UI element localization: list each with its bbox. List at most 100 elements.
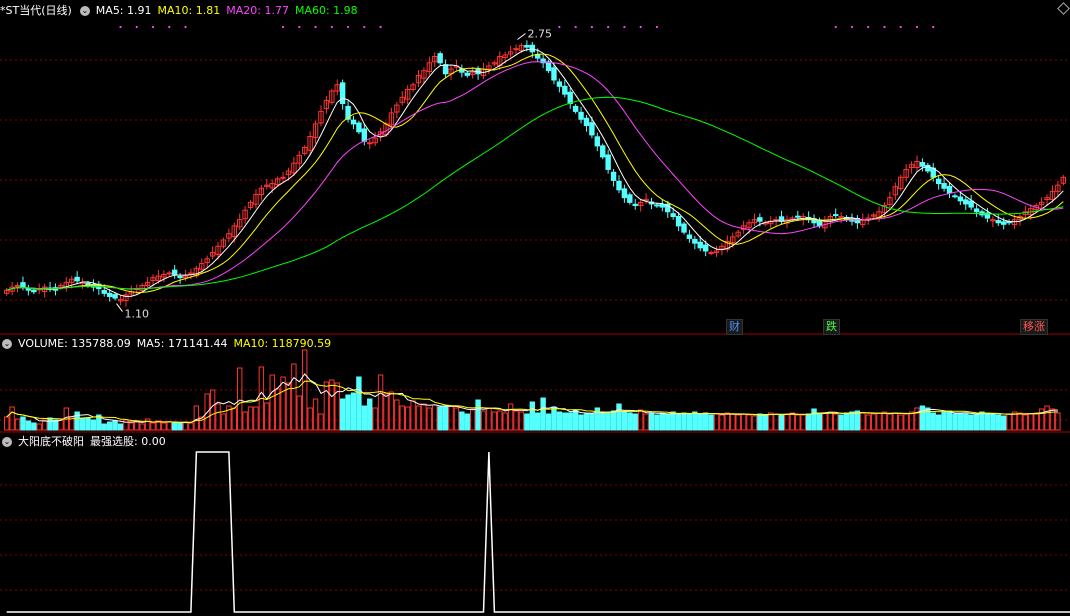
volume-bar (957, 412, 964, 431)
candle-body (632, 203, 638, 207)
volume-bar (367, 398, 373, 431)
candle-body (556, 81, 563, 87)
signal-dot (363, 25, 366, 29)
candle-body (692, 238, 698, 244)
drop-tag[interactable]: 跌 (823, 319, 840, 335)
candle-body (681, 223, 687, 233)
volume-bar (892, 412, 899, 431)
candle-body (74, 276, 80, 282)
volume-bar (805, 413, 812, 431)
volume-bar (1044, 405, 1050, 431)
volume-bar (247, 406, 254, 431)
candle-body (101, 290, 107, 294)
candle-body (442, 64, 449, 75)
candle-body (605, 154, 611, 170)
volume-bar (535, 412, 541, 431)
signal-dot (346, 25, 350, 29)
volume-ma5-label: MA5: 171141.44 (136, 337, 228, 350)
volume-bar (740, 413, 747, 431)
volume-bar (410, 400, 416, 431)
volume-bar (567, 412, 573, 431)
candle-body (361, 128, 368, 142)
candle-body (935, 178, 942, 185)
candle-body (177, 275, 183, 279)
volume-bar (1000, 415, 1007, 431)
volume-bar (973, 413, 980, 431)
signal-dot (655, 25, 659, 29)
candle-body (171, 269, 178, 276)
volume-bar (600, 412, 606, 431)
candle-body (941, 183, 947, 189)
volume-bar (697, 413, 703, 431)
collapse-icon[interactable]: ⌄ (79, 6, 90, 16)
volume-bar (968, 414, 974, 431)
signal-dot (899, 25, 902, 29)
volume-bar (795, 414, 801, 431)
volume-bar (984, 412, 991, 431)
volume-bar (236, 367, 243, 431)
volume-bar (757, 413, 763, 431)
volume-bar (811, 408, 817, 431)
volume-bar (583, 413, 590, 431)
candle-body (627, 194, 633, 203)
volume-bar (421, 403, 427, 431)
volume-bar (524, 413, 530, 431)
volume-bar (231, 407, 237, 431)
volume-bar (665, 413, 671, 431)
volume-bar (572, 409, 579, 431)
volume-bar (643, 413, 649, 431)
finance-tag[interactable]: 财 (726, 319, 743, 335)
volume-bar (14, 418, 21, 431)
volume-bar (356, 376, 362, 431)
collapse-icon[interactable]: ⌄ (2, 437, 12, 447)
candlestick-chart[interactable]: 2.75 1.10 (0, 0, 1070, 616)
candle-body (367, 142, 373, 145)
volume-bar (919, 405, 926, 431)
volume-bar (128, 422, 135, 431)
signal-dot (932, 25, 935, 29)
volume-bar (171, 422, 178, 431)
volume-bar (507, 403, 514, 431)
volume-bar (394, 399, 400, 431)
volume-bar (399, 405, 405, 431)
signal-line (6, 451, 1070, 613)
shift-rise-tag[interactable]: 移涨 (1020, 319, 1048, 335)
volume-bar (713, 413, 720, 431)
collapse-icon[interactable]: ⌄ (2, 339, 12, 349)
candle-body (31, 289, 37, 293)
candle-body (670, 213, 676, 217)
candle-body (973, 208, 980, 213)
volume-label: VOLUME: 135788.09 (18, 337, 131, 350)
signal-dot (379, 25, 382, 29)
candle-body (702, 244, 709, 252)
volume-bar (383, 393, 389, 431)
volume-bar (280, 376, 286, 431)
volume-bar (215, 403, 221, 431)
signal-dot (639, 25, 642, 29)
volume-bar (730, 413, 736, 431)
candle-body (963, 199, 969, 205)
volume-bar (209, 389, 216, 431)
indicator-sub-label: 最强选股: 0.00 (90, 435, 166, 448)
volume-bar (20, 416, 26, 431)
volume-bar (887, 413, 893, 431)
volume-bar (632, 413, 638, 431)
volume-bar (621, 411, 628, 431)
volume-bar (578, 414, 584, 431)
candle-body (464, 72, 470, 76)
volume-bar (762, 414, 768, 431)
signal-dot (135, 25, 138, 29)
volume-bar (816, 412, 823, 431)
volume-bar (724, 412, 731, 431)
candle-body (795, 215, 801, 218)
volume-bar (117, 423, 124, 431)
volume-bar (264, 402, 270, 431)
ma60-label: MA60: 1.98 (294, 4, 358, 17)
indicator-label: 大阳底不破阳 (18, 435, 84, 448)
candle-body (437, 53, 443, 64)
volume-bar (800, 414, 806, 431)
candle-body (957, 196, 964, 202)
candle-body (583, 117, 590, 127)
volume-bar (545, 413, 552, 431)
volume-bar (870, 413, 877, 431)
